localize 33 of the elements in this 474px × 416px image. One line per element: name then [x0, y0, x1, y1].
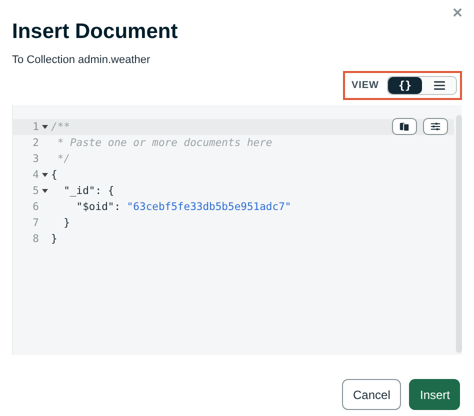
settings-button[interactable]	[423, 118, 448, 135]
line-number: 6	[32, 201, 39, 213]
copy-icon	[399, 121, 410, 132]
menu-icon	[434, 81, 444, 90]
dialog-title: Insert Document	[12, 19, 179, 45]
line-number: 7	[32, 217, 39, 229]
close-icon[interactable]	[453, 8, 462, 17]
cancel-button[interactable]: Cancel	[342, 379, 401, 410]
copy-button[interactable]	[392, 118, 417, 135]
code-line: }	[62, 217, 70, 229]
line-number: 1	[32, 121, 39, 133]
scrollbar[interactable]	[456, 115, 462, 353]
line-number: 5	[32, 185, 39, 197]
json-view-button[interactable]: {}	[388, 77, 422, 94]
code-line: }	[51, 233, 58, 245]
fold-arrow-icon[interactable]	[42, 124, 48, 130]
line-number: 4	[32, 169, 39, 181]
view-label: VIEW	[351, 80, 379, 91]
fold-arrow-icon[interactable]	[42, 188, 48, 194]
insert-button[interactable]: Insert	[409, 379, 460, 410]
code-line: "_id": {	[62, 185, 114, 197]
dialog-subtitle: To Collection admin.weather	[12, 54, 152, 66]
code-editor[interactable]: 1 /** 2 * Paste one or more documents here 3 */ 4 { 5 "_id": { 6 "$oid": "63cebf5fe33db5b5e951adc7" 7 } 8 }	[12, 105, 462, 355]
line-number: 3	[32, 153, 39, 165]
line-number: 8	[32, 233, 39, 245]
code-line: * Paste one or more documents here	[56, 137, 272, 149]
fold-arrow-icon[interactable]	[42, 172, 48, 178]
sliders-icon	[430, 121, 441, 132]
code-line: "$oid": "63cebf5fe33db5b5e951adc7"	[75, 201, 292, 213]
code-line: */	[56, 153, 70, 165]
code-line: {	[51, 169, 58, 181]
code-line: /**	[51, 121, 70, 133]
line-number: 2	[32, 137, 39, 149]
